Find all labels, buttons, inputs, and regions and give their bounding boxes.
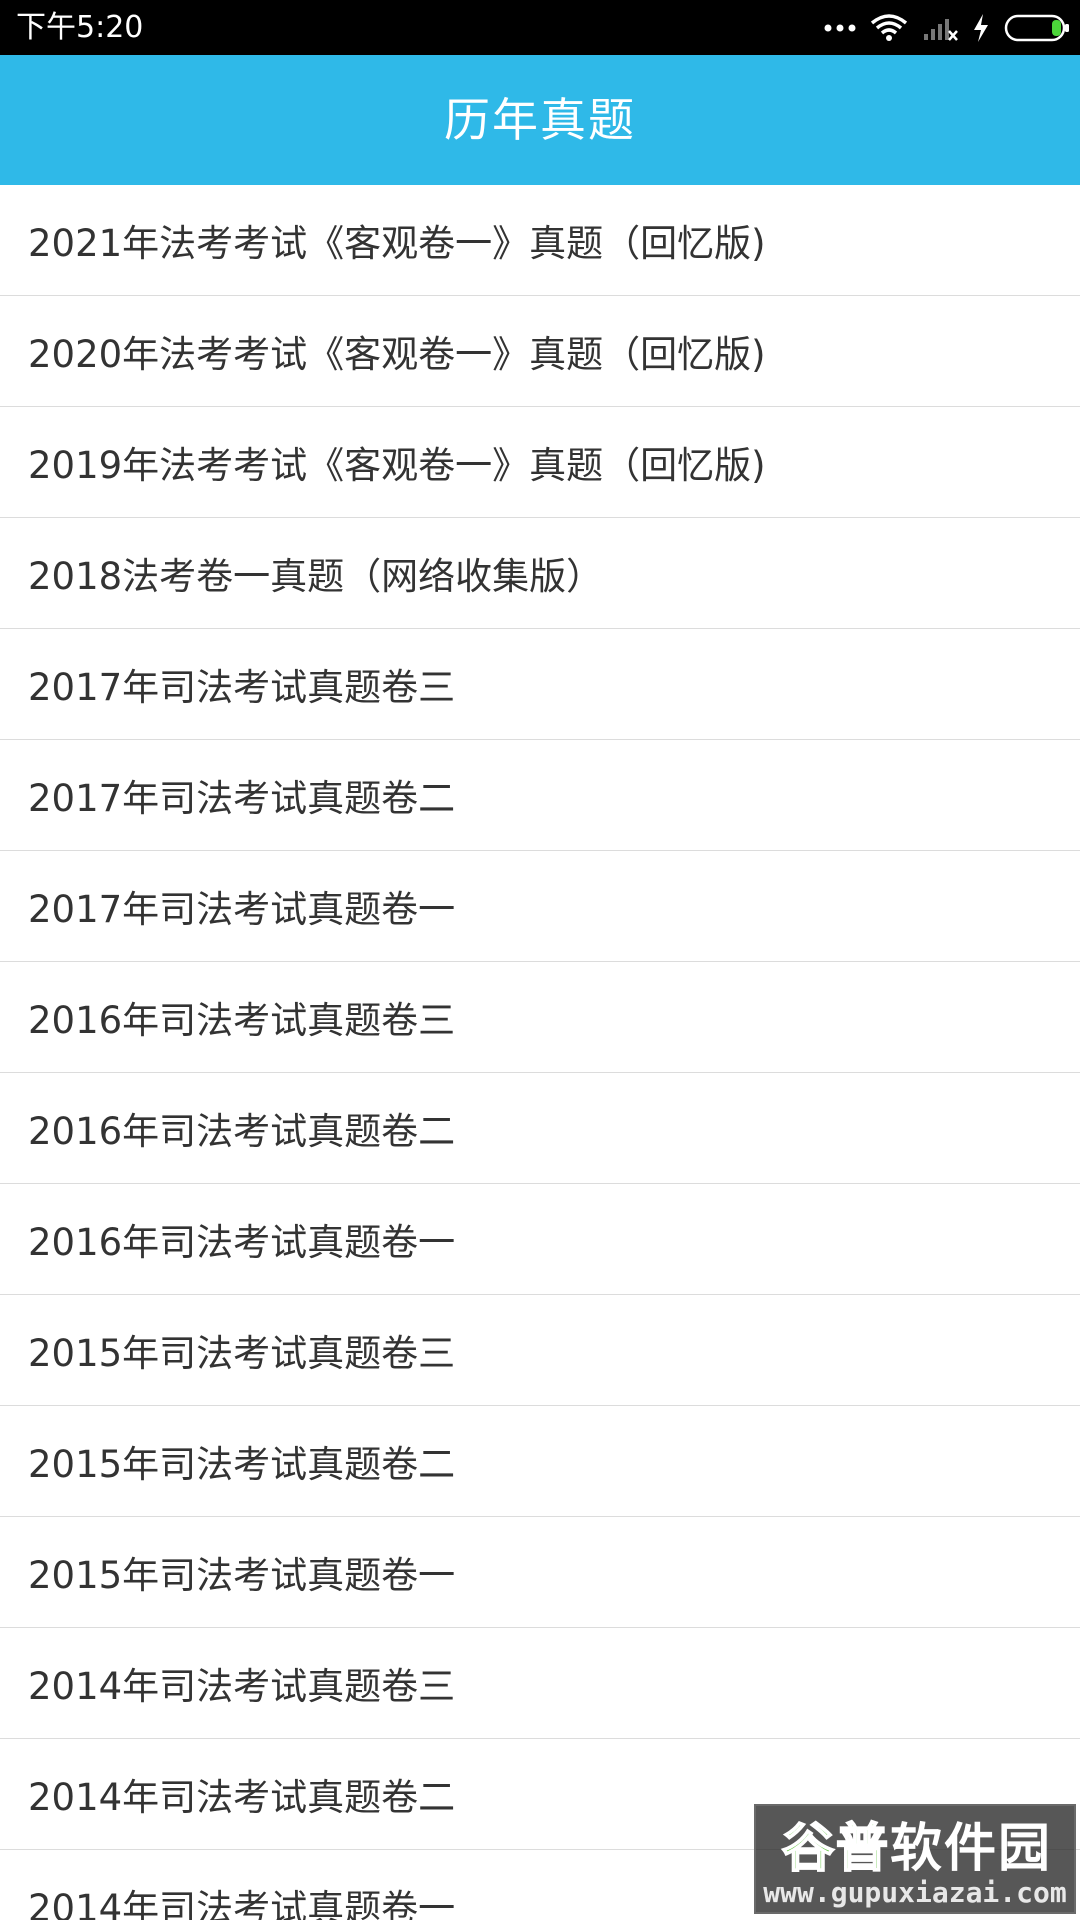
list-item[interactable]: 2017年司法考试真题卷一	[0, 851, 1080, 962]
list-item-label: 2017年司法考试真题卷一	[28, 888, 456, 931]
list-item-label: 2021年法考考试《客观卷一》真题（回忆版)	[28, 222, 766, 265]
battery-icon	[1004, 14, 1070, 42]
list-item[interactable]: 2015年司法考试真题卷二	[0, 1406, 1080, 1517]
list-item[interactable]: 2016年司法考试真题卷三	[0, 962, 1080, 1073]
status-time: 下午5:20	[16, 10, 144, 45]
watermark-logo: 谷普 软件园	[762, 1812, 1072, 1880]
list-item[interactable]: 2014年司法考试真题卷三	[0, 1628, 1080, 1739]
list-item-label: 2014年司法考试真题卷二	[28, 1776, 456, 1819]
list-item[interactable]: 2019年法考考试《客观卷一》真题（回忆版)	[0, 407, 1080, 518]
exam-list[interactable]: 2021年法考考试《客观卷一》真题（回忆版) 2020年法考考试《客观卷一》真题（…	[0, 185, 1080, 1920]
charging-icon	[972, 13, 990, 43]
list-item[interactable]: 2017年司法考试真题卷三	[0, 629, 1080, 740]
page-title: 历年真题	[444, 93, 636, 147]
list-item-label: 2020年法考考试《客观卷一》真题（回忆版)	[28, 333, 766, 376]
list-item-label: 2016年司法考试真题卷三	[28, 999, 456, 1042]
list-item[interactable]: 2021年法考考试《客观卷一》真题（回忆版)	[0, 185, 1080, 296]
watermark-logo-white: 软件园	[890, 1818, 1053, 1879]
app-bar: 历年真题	[0, 55, 1080, 185]
list-item[interactable]: 2018法考卷一真题（网络收集版）	[0, 518, 1080, 629]
list-item-label: 2017年司法考试真题卷二	[28, 777, 456, 820]
list-item-label: 2015年司法考试真题卷二	[28, 1443, 456, 1486]
watermark-logo-green: 谷普	[781, 1818, 890, 1880]
list-item-label: 2014年司法考试真题卷一	[28, 1887, 456, 1920]
list-item[interactable]: 2016年司法考试真题卷一	[0, 1184, 1080, 1295]
wifi-icon	[870, 13, 908, 43]
signal-icon	[922, 14, 958, 42]
list-item-label: 2015年司法考试真题卷一	[28, 1554, 456, 1597]
more-dots-icon	[824, 23, 856, 33]
list-item-label: 2014年司法考试真题卷三	[28, 1665, 456, 1708]
list-item[interactable]: 2017年司法考试真题卷二	[0, 740, 1080, 851]
list-item-label: 2016年司法考试真题卷二	[28, 1110, 456, 1153]
list-item-label: 2019年法考考试《客观卷一》真题（回忆版)	[28, 444, 766, 487]
list-item-label: 2016年司法考试真题卷一	[28, 1221, 456, 1264]
status-bar: 下午5:20	[0, 0, 1080, 55]
list-item-label: 2015年司法考试真题卷三	[28, 1332, 456, 1375]
list-item-label: 2017年司法考试真题卷三	[28, 666, 456, 709]
list-item[interactable]: 2020年法考考试《客观卷一》真题（回忆版)	[0, 296, 1080, 407]
list-item[interactable]: 2015年司法考试真题卷一	[0, 1517, 1080, 1628]
list-item[interactable]: 2016年司法考试真题卷二	[0, 1073, 1080, 1184]
watermark-url: www.gupuxiazai.com	[763, 1876, 1067, 1909]
watermark: 谷普 软件园 www.gupuxiazai.com	[754, 1804, 1076, 1914]
list-item-label: 2018法考卷一真题（网络收集版）	[28, 555, 604, 598]
list-item[interactable]: 2015年司法考试真题卷三	[0, 1295, 1080, 1406]
status-icons	[824, 10, 1070, 46]
